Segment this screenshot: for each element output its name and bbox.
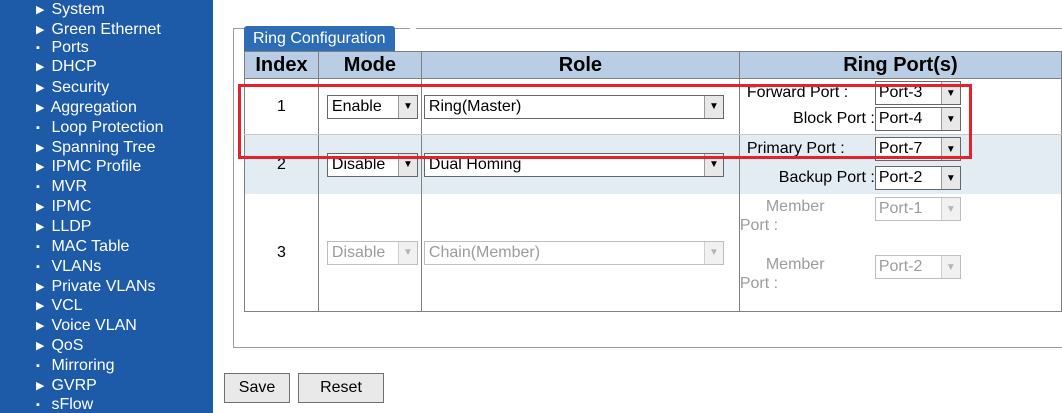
bullet-icon: ▪: [36, 42, 40, 54]
sidebar-item-dhcp[interactable]: ▶ DHCP: [36, 59, 97, 75]
sidebar-item-voice-vlan[interactable]: ▶ Voice VLAN: [36, 318, 137, 334]
sidebar-item-qos[interactable]: ▶ QoS: [36, 338, 83, 354]
dropdown-arrow-icon: ▼: [940, 256, 960, 278]
caret-right-icon: ▶: [36, 281, 45, 293]
caret-right-icon: ▶: [36, 340, 45, 352]
sidebar-item-lldp[interactable]: ▶ LLDP: [36, 219, 91, 235]
row-index: 3: [244, 194, 319, 312]
mode-select[interactable]: Disable ▼: [326, 240, 418, 265]
caret-right-icon: ▶: [36, 300, 45, 312]
bullet-icon: ▪: [36, 399, 40, 411]
reset-button[interactable]: Reset: [298, 373, 384, 403]
sidebar-item-sflow[interactable]: ▪ sFlow: [36, 397, 93, 413]
port-row: Backup Port : Port-2 ▼: [747, 166, 961, 190]
column-header-role: Role: [420, 51, 740, 79]
dropdown-arrow-icon: ▼: [940, 198, 960, 220]
legend-gap: [410, 25, 416, 31]
section-title: Ring Configuration: [244, 26, 395, 51]
bullet-icon: ▪: [36, 360, 40, 372]
sidebar-item-security[interactable]: ▶ Security: [36, 80, 109, 96]
sidebar-item-aggregation[interactable]: ▶ Aggregation: [36, 100, 137, 116]
role-cell: Chain(Member) ▼: [420, 194, 740, 312]
column-header-index: Index: [244, 51, 319, 79]
caret-right-icon: ▶: [36, 320, 45, 332]
sidebar-item-spanning-tree[interactable]: ▶ Spanning Tree: [36, 140, 156, 156]
sidebar-item-ipmc-profile[interactable]: ▶ IPMC Profile: [36, 159, 141, 175]
port-label: Backup Port :: [778, 169, 875, 186]
member-port-1-select[interactable]: Port-1 ▼: [874, 197, 961, 221]
caret-right-icon: ▶: [36, 24, 45, 36]
sidebar-nav: ▶ System ▶ Green Ethernet ▪ Ports ▶ DHCP…: [0, 0, 213, 413]
sidebar-item-ports[interactable]: ▪ Ports: [36, 40, 89, 56]
bullet-icon: ▪: [36, 122, 40, 134]
table-header-row: Index Mode Role Ring Port(s): [244, 51, 1062, 79]
caret-right-icon: ▶: [36, 161, 45, 173]
sidebar-item-mac-table[interactable]: ▪ MAC Table: [36, 239, 129, 255]
highlight-box: [238, 84, 972, 159]
sidebar-item-mirroring[interactable]: ▪ Mirroring: [36, 358, 115, 374]
save-button[interactable]: Save: [224, 373, 290, 403]
caret-right-icon: ▶: [36, 82, 45, 94]
sidebar-item-loop-protection[interactable]: ▪ Loop Protection: [36, 120, 164, 136]
table-row: 3 Disable ▼ Chain(Member) ▼ Member Port …: [244, 194, 1062, 312]
column-header-ring-ports: Ring Port(s): [738, 51, 1062, 79]
caret-right-icon: ▶: [36, 221, 45, 233]
sidebar-item-green-ethernet[interactable]: ▶ Green Ethernet: [36, 22, 161, 38]
member-port-2-select[interactable]: Port-2 ▼: [874, 255, 961, 279]
port-label: Member Port :: [739, 256, 825, 292]
dropdown-arrow-icon: ▼: [703, 241, 723, 264]
caret-right-icon: ▶: [36, 380, 45, 392]
bullet-icon: ▪: [36, 181, 40, 193]
port-row: Port-1 ▼: [874, 197, 961, 221]
caret-right-icon: ▶: [36, 201, 45, 213]
caret-right-icon: ▶: [36, 61, 45, 73]
backup-port-select[interactable]: Port-2 ▼: [874, 166, 961, 190]
sidebar-item-system[interactable]: ▶ System: [36, 2, 105, 18]
mode-cell: Disable ▼: [317, 194, 422, 312]
caret-right-icon: ▶: [36, 102, 45, 114]
port-row: Port-2 ▼: [874, 255, 961, 279]
role-select[interactable]: Chain(Member) ▼: [423, 240, 724, 265]
ring-ports-cell: Member Port : Port-1 ▼ Member Port : Por…: [738, 194, 1062, 312]
sidebar-item-gvrp[interactable]: ▶ GVRP: [36, 378, 97, 394]
sidebar-item-mvr[interactable]: ▪ MVR: [36, 179, 87, 195]
bullet-icon: ▪: [36, 241, 40, 253]
dropdown-arrow-icon: ▼: [940, 167, 960, 189]
port-label: Member Port :: [739, 198, 825, 234]
bullet-icon: ▪: [36, 261, 40, 273]
dropdown-arrow-icon: ▼: [397, 241, 417, 264]
sidebar-item-vcl[interactable]: ▶ VCL: [36, 298, 83, 314]
sidebar-item-vlans[interactable]: ▪ VLANs: [36, 259, 101, 275]
sidebar-item-ipmc[interactable]: ▶ IPMC: [36, 199, 91, 215]
caret-right-icon: ▶: [36, 4, 45, 16]
caret-right-icon: ▶: [36, 142, 45, 154]
sidebar-item-private-vlans[interactable]: ▶ Private VLANs: [36, 279, 156, 295]
column-header-mode: Mode: [317, 51, 422, 79]
